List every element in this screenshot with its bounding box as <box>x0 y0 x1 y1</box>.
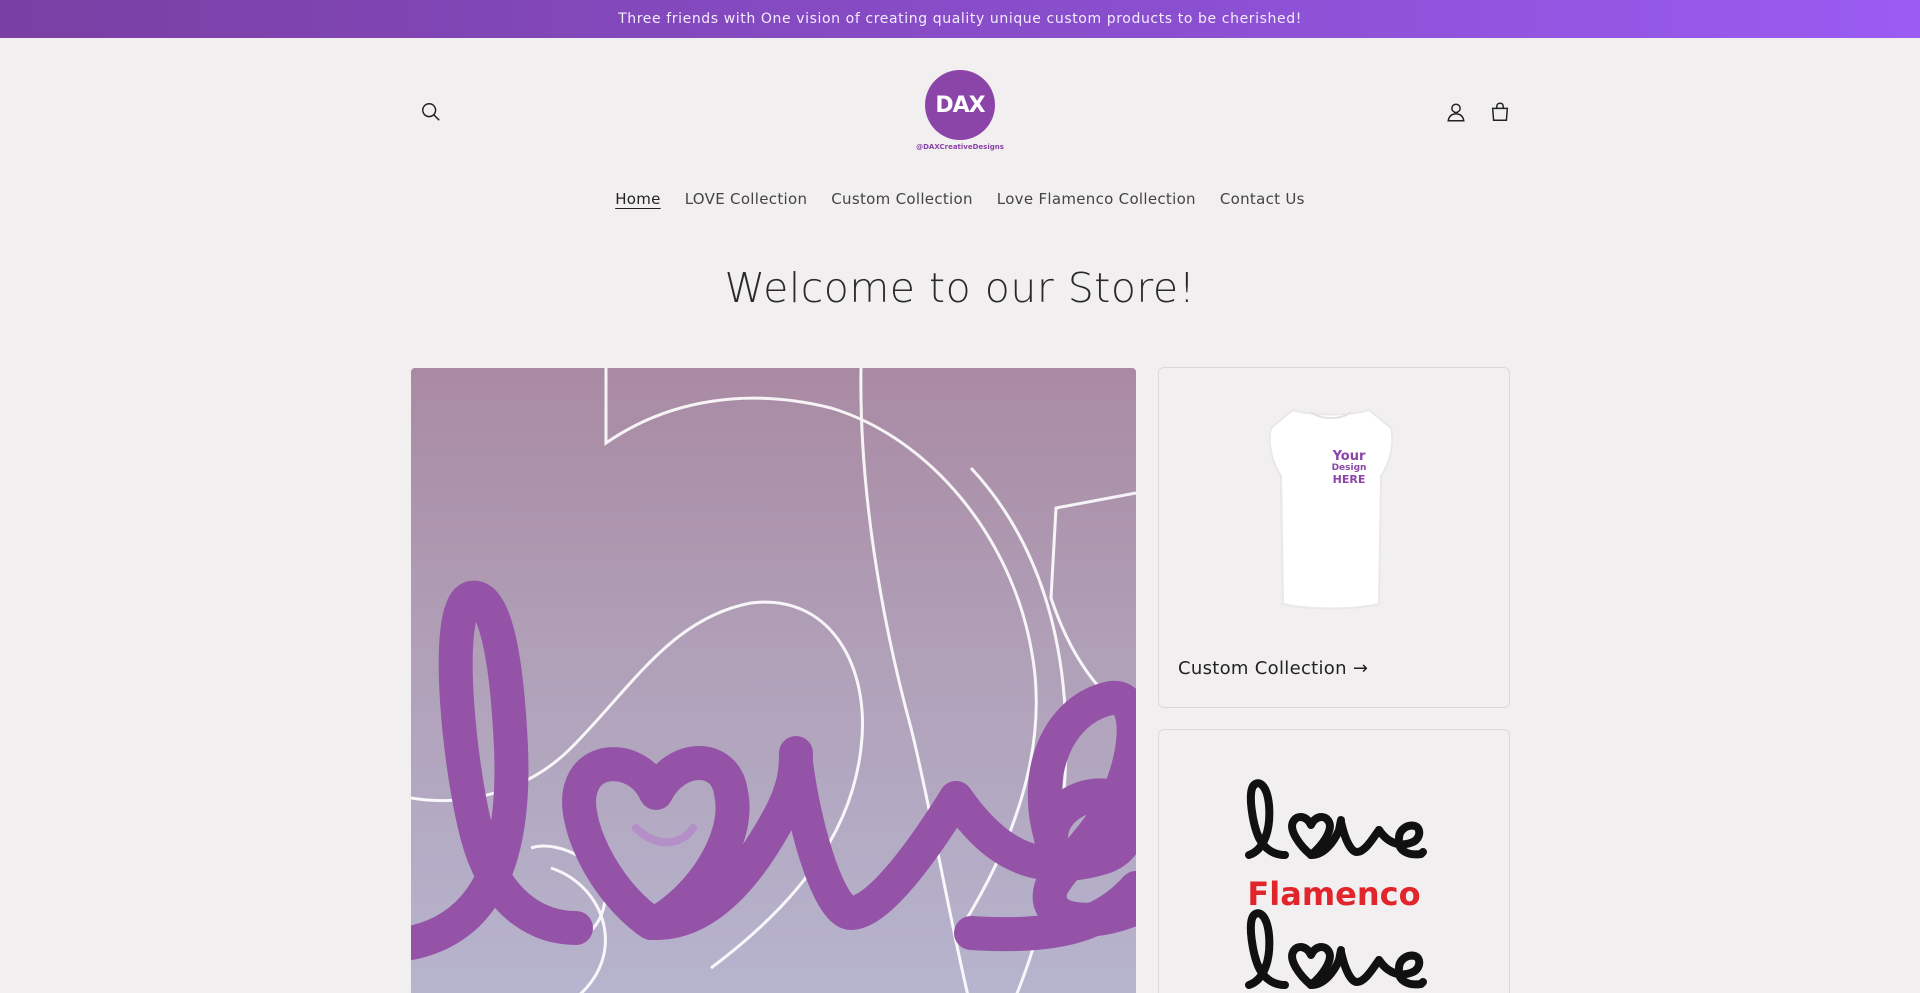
nav-item-love-flamenco-collection[interactable]: Love Flamenco Collection <box>985 184 1208 214</box>
flamenco-word: Flamenco <box>1247 875 1421 913</box>
custom-collection-card[interactable]: Your Design HERE Custom Collection → <box>1158 367 1510 708</box>
nav-item-custom-collection[interactable]: Custom Collection <box>819 184 985 214</box>
page-title: Welcome to our Store! <box>724 264 1196 312</box>
search-icon <box>422 103 440 121</box>
cart-button[interactable] <box>1480 92 1520 132</box>
nav-item-home[interactable]: Home <box>603 184 673 214</box>
custom-collection-title[interactable]: Custom Collection → <box>1178 658 1368 679</box>
nav-item-contact-us[interactable]: Contact Us <box>1208 184 1317 214</box>
love-flamenco-image <box>1245 779 1427 989</box>
cart-icon <box>1491 102 1509 121</box>
main-navigation: Home LOVE Collection Custom Collection L… <box>0 184 1920 214</box>
tshirt-image <box>1268 408 1394 610</box>
announcement-bar: Three friends with One vision of creatin… <box>0 0 1920 38</box>
love-artwork-image <box>411 368 1136 993</box>
love-flamenco-collection-card[interactable]: love love Flamenco <box>1158 729 1510 993</box>
search-button[interactable] <box>411 92 451 132</box>
your-design-here-text: Your Design HERE <box>1331 449 1367 487</box>
store-logo[interactable]: DAX @DAXCreativeDesigns <box>916 70 1004 154</box>
featured-love-collection-card[interactable] <box>411 368 1136 993</box>
nav-item-love-collection[interactable]: LOVE Collection <box>673 184 820 214</box>
announcement-text: Three friends with One vision of creatin… <box>618 11 1302 27</box>
love-flamenco-image-text: love love <box>1159 730 1160 731</box>
site-header: DAX @DAXCreativeDesigns Home LOVE Collec… <box>0 38 1920 223</box>
account-icon <box>1447 103 1465 122</box>
account-button[interactable] <box>1436 92 1476 132</box>
logo-tagline: @DAXCreativeDesigns <box>916 143 1004 151</box>
logo-mark: DAX <box>925 70 995 140</box>
